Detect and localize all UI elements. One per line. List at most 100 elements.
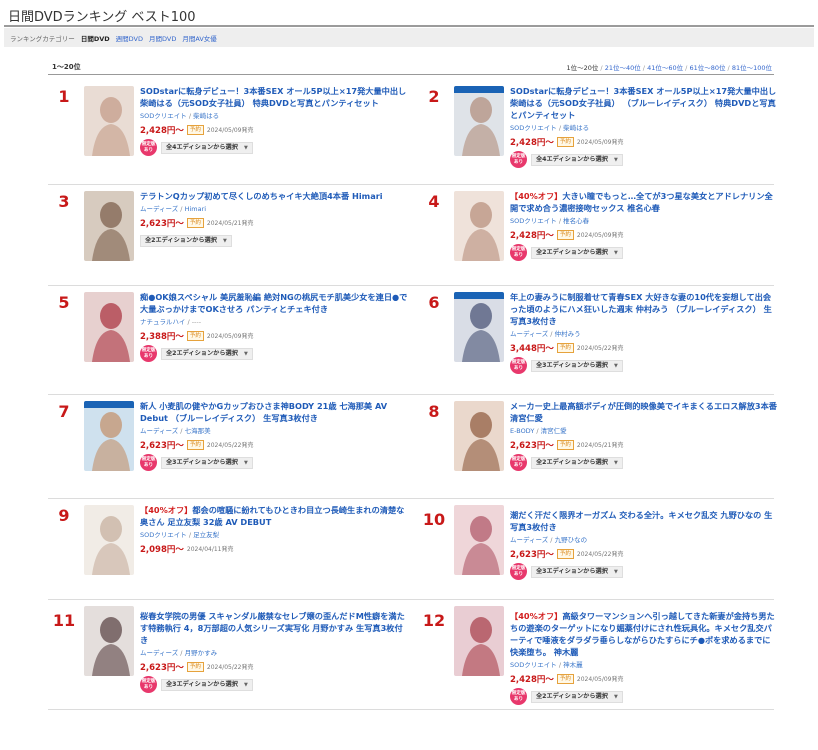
actress-link[interactable]: ----: [192, 318, 201, 326]
maker-link[interactable]: ムーディーズ: [140, 649, 178, 657]
range-link-61-80[interactable]: 61位〜80位: [689, 64, 725, 72]
range-link-81-100[interactable]: 81位〜100位: [732, 64, 772, 72]
product-title-link[interactable]: 年上の妻みうに制服着せて青春SEX 大好きな妻の10代を妄想して出会った頃のよう…: [510, 291, 778, 327]
product-thumbnail[interactable]: [454, 401, 504, 471]
product-info: 新人 小麦肌の健やかGカップおひさま神BODY 21歳 七海那美 AV Debu…: [140, 400, 408, 471]
edition-select[interactable]: 全2エディションから選択 ▼: [531, 246, 623, 259]
actress-link[interactable]: 椎名心春: [563, 217, 589, 225]
edition-select[interactable]: 全3エディションから選択 ▼: [161, 678, 253, 691]
product-thumbnail[interactable]: [84, 191, 134, 261]
maker-link[interactable]: ナチュラルハイ: [140, 318, 185, 326]
product-title-link[interactable]: 痴●OK娘スペシャル 美尻羞恥編 絶対NGの桃尻モチ肌美少女を連日●で大量ぶっか…: [140, 291, 408, 315]
edition-select[interactable]: 全2エディションから選択 ▼: [140, 234, 232, 247]
discount-label: 【40%オフ】: [510, 191, 563, 201]
price: 2,428円〜: [140, 124, 184, 136]
edition-select[interactable]: 全3エディションから選択 ▼: [161, 456, 253, 469]
product-title: 痴●OK娘スペシャル 美尻羞恥編 絶対NGの桃尻モチ肌美少女を連日●で大量ぶっか…: [140, 292, 408, 314]
product-thumbnail[interactable]: [84, 401, 134, 471]
edition-select[interactable]: 全4エディションから選択 ▼: [161, 141, 253, 154]
actress-link[interactable]: 清宮仁愛: [541, 427, 567, 435]
product-title-link[interactable]: SODstarに転身デビュー！3本番SEX オール5P以上×17発大量中出し 柴…: [140, 85, 408, 109]
maker-link[interactable]: SODクリエイト: [510, 217, 557, 225]
limited-label-1: 限定版: [511, 457, 526, 462]
product-info: 桜春女学院の男優 スキャンダル厳禁なセレブ嬢の歪んだドM性癖を満たす特務執行 4…: [140, 610, 408, 693]
release-date: 2024/05/22発売: [206, 664, 254, 671]
maker-link[interactable]: E-BODY: [510, 427, 534, 435]
product-title-link[interactable]: 潮だく汗だく限界オーガズム 交わる全汁。キメセク乱交 九野ひなの 生写真3枚付き: [510, 509, 778, 533]
rank-number: 2: [428, 87, 440, 106]
reserve-badge: 予約: [556, 342, 574, 353]
chevron-down-icon: ▼: [243, 144, 248, 151]
edition-select[interactable]: 全3エディションから選択 ▼: [531, 359, 623, 372]
title-divider: [4, 25, 814, 27]
maker-link[interactable]: SODクリエイト: [140, 112, 187, 120]
actress-link[interactable]: 七海那美: [185, 427, 211, 435]
product-thumbnail[interactable]: [454, 505, 504, 575]
actress-link[interactable]: 足立友梨: [193, 531, 219, 539]
edition-select-label: 全3エディションから選択: [536, 567, 608, 575]
product-title: 年上の妻みうに制服着せて青春SEX 大好きな妻の10代を妄想して出会った頃のよう…: [510, 292, 772, 326]
product-title-link[interactable]: 【40%オフ】大きい瞳でもっと…全てが3つ星な美女とアドレナリン全開で求め合う濃…: [510, 190, 778, 214]
maker-link[interactable]: ムーディーズ: [510, 330, 548, 338]
maker-link[interactable]: SODクリエイト: [510, 661, 557, 669]
actress-link[interactable]: 柴崎はる: [563, 124, 589, 132]
product-title-link[interactable]: メーカー史上最高額ボディが圧倒的映像美でイキまくるエロス解放3本番 清宮仁愛: [510, 400, 778, 424]
actress-link[interactable]: 九野ひなの: [555, 536, 588, 544]
edition-select[interactable]: 全3エディションから選択 ▼: [531, 565, 623, 578]
product-thumbnail[interactable]: [454, 86, 504, 156]
product-thumbnail[interactable]: [84, 505, 134, 575]
edition-select[interactable]: 全2エディションから選択 ▼: [161, 347, 253, 360]
price-suffix: 〜: [545, 137, 554, 148]
product-thumbnail[interactable]: [84, 86, 134, 156]
product-title-link[interactable]: テラトンQカップ初めて尽くしのめちゃイキ大絶頂4本番 Himari: [140, 190, 408, 202]
product-thumbnail[interactable]: [454, 606, 504, 676]
chevron-down-icon: ▼: [613, 568, 618, 575]
edition-select-label: 全3エディションから選択: [166, 680, 238, 688]
price-suffix: 〜: [545, 343, 554, 354]
release-date: 2024/05/09発売: [206, 127, 254, 134]
release-date: 2024/05/22発売: [576, 345, 624, 352]
maker-link[interactable]: ムーディーズ: [140, 205, 178, 213]
limited-label-2: あり: [513, 696, 524, 702]
actress-link[interactable]: 柴崎はる: [193, 112, 219, 120]
category-monthly-actress[interactable]: 月間AV女優: [182, 33, 216, 43]
limited-label-1: 限定版: [511, 154, 526, 159]
ranking-item: 1 SODstarに転身デビュー！3本番SEX オール5P以上×17発大量中出し…: [48, 80, 411, 184]
ranking-row: 5 痴●OK娘スペシャル 美尻羞恥編 絶対NGの桃尻モチ肌美少女を連日●で大量ぶ…: [48, 286, 774, 395]
product-info: 【40%オフ】高級タワーマンションへ引っ越してきた新妻が金持ち男たちの遊楽のター…: [510, 610, 778, 705]
product-title-link[interactable]: 新人 小麦肌の健やかGカップおひさま神BODY 21歳 七海那美 AV Debu…: [140, 400, 408, 424]
product-thumbnail[interactable]: [454, 191, 504, 261]
rank-number: 6: [428, 293, 440, 312]
range-link-21-40[interactable]: 21位〜40位: [605, 64, 641, 72]
product-thumbnail[interactable]: [84, 606, 134, 676]
product-thumbnail[interactable]: [84, 292, 134, 362]
maker-line: ムーディーズ / 月野かすみ: [140, 649, 408, 658]
product-thumbnail[interactable]: [454, 292, 504, 362]
category-weekly-dvd[interactable]: 週間DVD: [116, 33, 143, 43]
price: 2,098円〜: [140, 543, 184, 555]
range-link-41-60[interactable]: 41位〜60位: [647, 64, 683, 72]
price-value: 2,623円: [140, 440, 176, 451]
actress-link[interactable]: 神木麗: [563, 661, 583, 669]
maker-link[interactable]: SODクリエイト: [140, 531, 187, 539]
limited-edition-badge: 限定版 あり: [510, 244, 527, 261]
maker-link[interactable]: SODクリエイト: [510, 124, 557, 132]
release-date: 2024/05/09発売: [206, 333, 254, 340]
actress-link[interactable]: 仲村みう: [555, 330, 581, 338]
edition-select[interactable]: 全2エディションから選択 ▼: [531, 456, 623, 469]
maker-link[interactable]: ムーディーズ: [510, 536, 548, 544]
edition-line: 全2エディションから選択 ▼: [140, 232, 408, 249]
edition-select[interactable]: 全2エディションから選択 ▼: [531, 690, 623, 703]
edition-select[interactable]: 全4エディションから選択 ▼: [531, 153, 623, 166]
actress-link[interactable]: 月野かすみ: [185, 649, 218, 657]
ranking-item: 2 SODstarに転身デビュー！3本番SEX オール5P以上×17発大量中出し…: [418, 80, 781, 184]
product-title-link[interactable]: SODstarに転身デビュー！3本番SEX オール5P以上×17発大量中出し 柴…: [510, 85, 778, 121]
product-title-link[interactable]: 桜春女学院の男優 スキャンダル厳禁なセレブ嬢の歪んだドM性癖を満たす特務執行 4…: [140, 610, 408, 646]
product-title-link[interactable]: 【40%オフ】高級タワーマンションへ引っ越してきた新妻が金持ち男たちの遊楽のター…: [510, 610, 778, 658]
maker-link[interactable]: ムーディーズ: [140, 427, 178, 435]
product-title-link[interactable]: 【40%オフ】都会の喧騒に紛れてもひときわ目立つ長崎生まれの清楚な奥さん 足立友…: [140, 504, 408, 528]
actress-link[interactable]: Himari: [185, 205, 207, 213]
limited-label-1: 限定版: [511, 360, 526, 365]
chevron-down-icon: ▼: [613, 459, 618, 466]
category-monthly-dvd[interactable]: 月間DVD: [149, 33, 176, 43]
